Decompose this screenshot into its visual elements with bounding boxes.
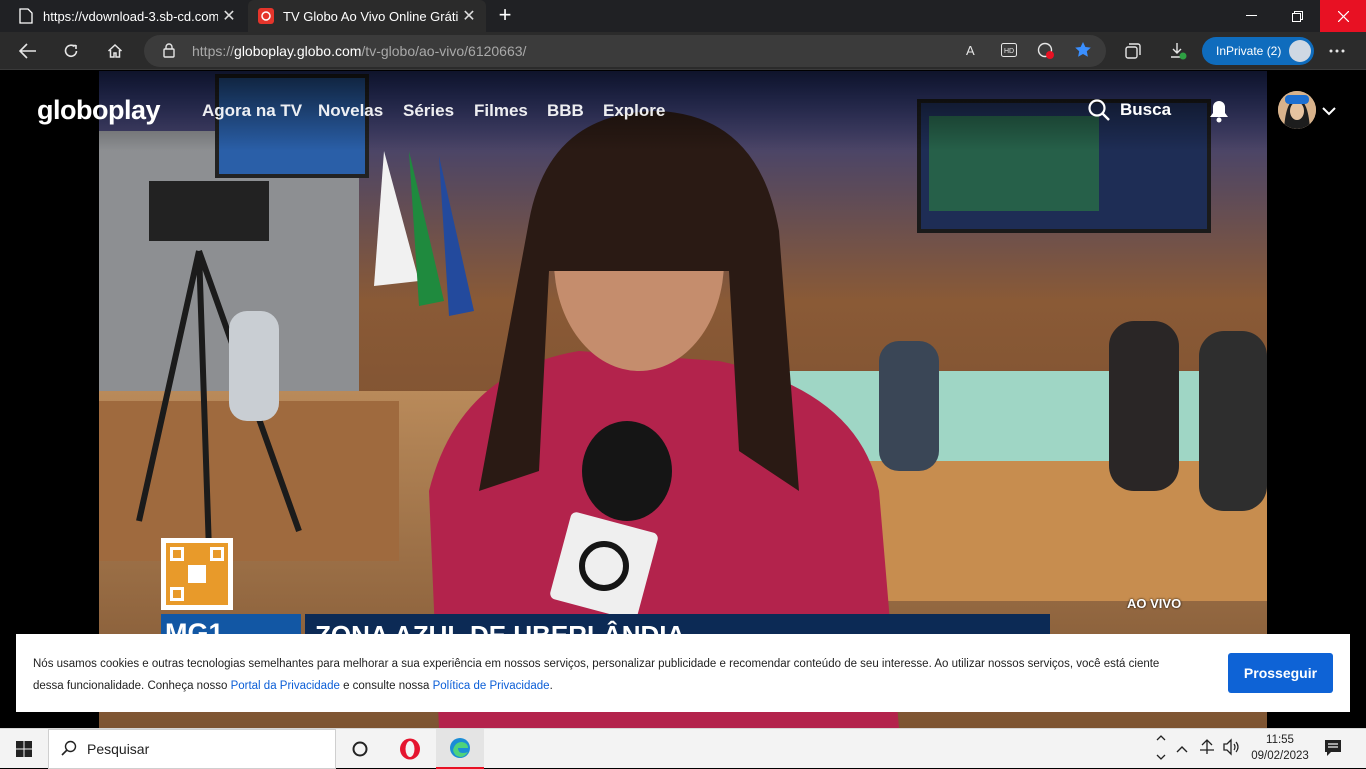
nav-novelas[interactable]: Novelas — [318, 101, 383, 121]
new-tab-icon[interactable]: + — [494, 4, 516, 26]
cookie-text: . — [549, 680, 553, 692]
collections-icon[interactable] — [1118, 36, 1148, 66]
nav-agora-na-tv[interactable]: Agora na TV — [202, 101, 302, 121]
restore-icon[interactable] — [1274, 0, 1320, 32]
refresh-icon[interactable] — [56, 36, 86, 66]
taskbar-clock[interactable]: 11:55 09/02/2023 — [1248, 732, 1312, 764]
search-label: Busca — [1120, 100, 1172, 119]
favorite-star-icon[interactable] — [1074, 41, 1092, 64]
nav-filmes[interactable]: Filmes — [474, 101, 528, 121]
cookie-text: e consulte nossa — [339, 680, 433, 692]
address-bar[interactable]: https://globoplay.globo.com/tv-globo/ao-… — [144, 35, 1106, 67]
live-badge: AO VIVO — [1127, 596, 1182, 611]
cookie-message: Nós usamos cookies e outras tecnologias … — [33, 653, 1183, 697]
browser-toolbar: https://globoplay.globo.com/tv-globo/ao-… — [0, 32, 1366, 70]
search-button[interactable]: Busca — [1088, 99, 1171, 121]
bell-icon[interactable] — [1208, 99, 1230, 128]
site-header: globoplay Agora na TV Novelas Séries Fil… — [0, 71, 1366, 151]
tray-chevron-up-icon[interactable] — [1176, 741, 1188, 756]
browser-window: https://vdownload-3.sb-cd.com/ ✕ TV Glob… — [0, 0, 1366, 769]
prosseguir-button[interactable]: Prosseguir — [1228, 653, 1333, 693]
nav-bbb[interactable]: BBB — [547, 101, 584, 121]
globoplay-logo[interactable]: globoplay — [37, 95, 161, 126]
profile-avatar-icon — [1289, 40, 1311, 62]
task-view-icon[interactable] — [336, 729, 384, 769]
nav-series[interactable]: Séries — [403, 101, 454, 121]
tab-globo[interactable]: TV Globo Ao Vivo Online Grátis | ✕ — [248, 0, 486, 32]
lock-icon — [163, 43, 175, 63]
close-window-icon[interactable] — [1320, 0, 1366, 32]
search-icon — [61, 740, 77, 759]
more-menu-icon[interactable] — [1322, 36, 1352, 66]
volume-icon[interactable] — [1222, 738, 1240, 759]
tab-strip: https://vdownload-3.sb-cd.com/ ✕ TV Glob… — [0, 0, 1366, 32]
cookie-text: Nós usamos cookies e outras tecnologias … — [33, 658, 1160, 692]
url-text: https://globoplay.globo.com/tv-globo/ao-… — [192, 43, 527, 59]
notification-center-icon[interactable] — [1324, 739, 1342, 760]
search-icon — [1088, 99, 1110, 121]
read-aloud-icon[interactable]: A — [966, 43, 975, 58]
downloads-icon[interactable] — [1163, 36, 1193, 66]
user-avatar[interactable] — [1278, 91, 1316, 129]
live-video-player[interactable]: MG1 ZONA AZUL DE UBERLÂNDIA AO VIVO — [99, 71, 1267, 728]
cookie-banner: Nós usamos cookies e outras tecnologias … — [16, 634, 1350, 712]
privacy-policy-link[interactable]: Política de Privacidade — [433, 680, 550, 692]
svg-text:HD: HD — [1004, 48, 1014, 55]
network-icon[interactable] — [1198, 738, 1216, 759]
inprivate-label: InPrivate (2) — [1216, 44, 1282, 58]
search-placeholder: Pesquisar — [87, 741, 150, 757]
inprivate-button[interactable]: InPrivate (2) — [1202, 37, 1314, 65]
page-icon — [18, 8, 34, 24]
privacy-portal-link[interactable]: Portal da Privacidade — [231, 680, 340, 692]
close-icon[interactable]: ✕ — [218, 6, 240, 26]
chevron-down-icon[interactable] — [1322, 103, 1336, 121]
minimize-icon[interactable] — [1228, 0, 1274, 32]
tab-title: TV Globo Ao Vivo Online Grátis | — [283, 8, 458, 24]
home-icon[interactable] — [100, 36, 130, 66]
tracking-prevention-icon[interactable] — [1037, 42, 1055, 65]
taskbar-search-box[interactable]: Pesquisar — [48, 729, 336, 769]
windows-taskbar: Pesquisar 11:55 09/02/2023 — [0, 728, 1366, 769]
opera-icon[interactable] — [386, 729, 434, 769]
globoplay-page: MG1 ZONA AZUL DE UBERLÂNDIA AO VIVO glob… — [0, 71, 1366, 728]
hd-icon[interactable]: HD — [1001, 43, 1017, 62]
nav-explore[interactable]: Explore — [603, 101, 665, 121]
globoplay-favicon — [258, 8, 274, 24]
tab-vdownload[interactable]: https://vdownload-3.sb-cd.com/ ✕ — [8, 0, 246, 32]
clock-time: 11:55 — [1266, 734, 1294, 746]
close-icon[interactable]: ✕ — [458, 6, 480, 26]
clock-date: 09/02/2023 — [1251, 750, 1309, 762]
tab-title: https://vdownload-3.sb-cd.com/ — [43, 8, 218, 24]
qr-code — [161, 538, 233, 610]
back-arrow-icon[interactable] — [13, 36, 43, 66]
edge-icon[interactable] — [436, 729, 484, 769]
scroll-arrows-icon[interactable] — [1156, 733, 1166, 768]
windows-start-icon[interactable] — [0, 729, 48, 769]
